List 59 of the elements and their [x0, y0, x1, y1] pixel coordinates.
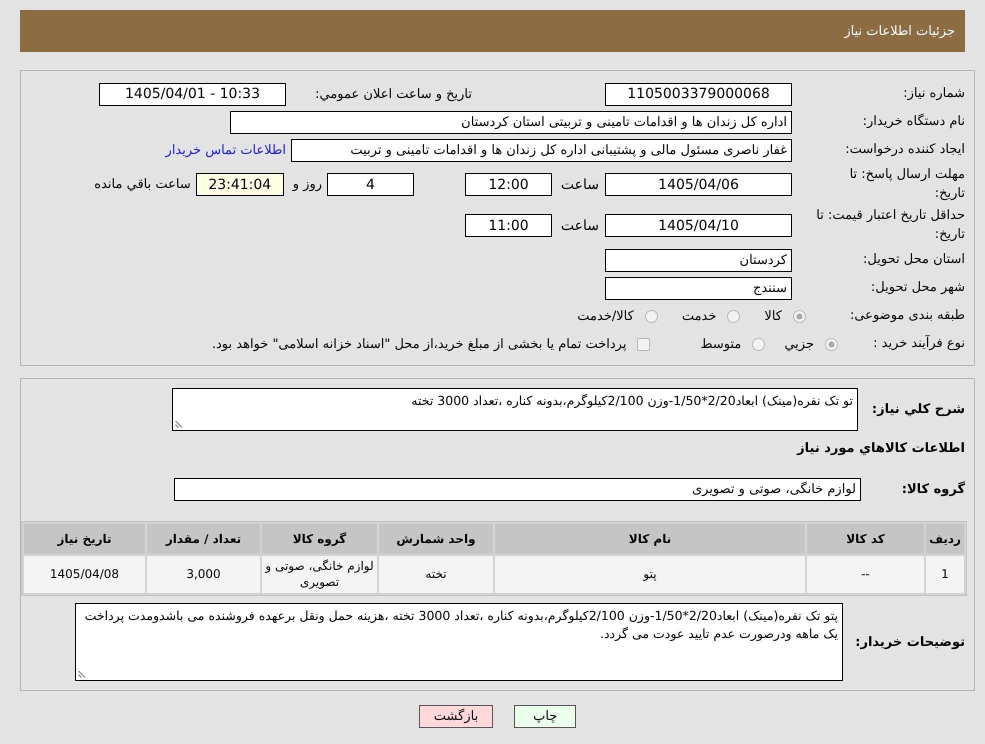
goods-group-field: لوازم خانگی، صوتی و تصویری [174, 478, 861, 501]
requester-field: غفار ناصری مسئول مالی و پشتیبانی اداره کل زندان ها و اقدامات تامینی و تربیت [291, 138, 792, 162]
column-header: گروه کالا [262, 524, 377, 554]
field-label: نوع فرآیند خرید : [872, 334, 965, 353]
field-label: شماره نیاز: [902, 84, 965, 103]
table-cell: 3,000 [147, 556, 260, 593]
column-header: ردیف [926, 524, 964, 554]
announcement-date-field: 1405/04/01 - 10:33 [99, 82, 286, 106]
option-label: متوسط [700, 336, 742, 352]
option-label: کالا [764, 308, 782, 324]
field-label: شرح کلي نياز: [870, 402, 965, 417]
field-label: نام دستگاه خریدار: [862, 112, 965, 131]
resize-grip-icon[interactable] [78, 670, 86, 678]
field-label: ساعت [560, 218, 599, 234]
table-cell: لوازم خانگی، صوتی و تصویری [262, 556, 377, 593]
table-cell: 1405/04/08 [24, 556, 145, 593]
column-header: نام کالا [495, 524, 805, 554]
option-label: کالا/خدمت [577, 308, 634, 324]
column-header: کد کالا [807, 524, 924, 554]
time-field: 12:00 [465, 173, 552, 196]
field-label: ایجاد کننده درخواست: [844, 140, 965, 159]
date-field: 1405/04/06 [605, 173, 792, 196]
remaining-time-field: 23:41:04 [196, 173, 284, 196]
option-label: خدمت [682, 308, 716, 324]
column-header: واحد شمارش [379, 524, 493, 554]
table-cell: تخته [379, 556, 493, 593]
page-title: جزئیات اطلاعات نیاز [844, 24, 955, 38]
field-label: ساعت باقي مانده [94, 177, 191, 192]
buyer-org-field: اداره کل زندان ها و اقدامات تامینی و تربیتی استان کردستان [230, 110, 792, 134]
field-label: حداقل تاريخ اعتبار قيمت: تا تاريخ: [815, 207, 965, 244]
column-header: تاريخ نياز [24, 524, 145, 554]
province-field: کردستان [605, 248, 792, 272]
field-label: مهلت ارسال پاسخ: تا تاريخ: [848, 166, 965, 202]
need-number-field: 1105003379000068 [605, 82, 792, 106]
print-button[interactable]: چاپ [514, 705, 576, 728]
field-label: شهر محل تحویل: [870, 278, 965, 297]
field-label: تاريخ و ساعت اعلان عمومي: [314, 86, 472, 102]
back-button[interactable]: بازگشت [418, 705, 494, 728]
date-field: 1405/04/10 [605, 214, 792, 237]
field-label: توضیحات خریدار: [854, 634, 965, 650]
resize-grip-icon[interactable] [175, 420, 183, 428]
city-field: سنندج [605, 276, 792, 300]
field-label: ساعت [560, 176, 599, 192]
field-label: طبقه بندی موضوعی: [848, 306, 965, 325]
column-header: تعداد / مقدار [147, 524, 260, 554]
field-label: روز و [292, 177, 322, 192]
table-cell: 1 [926, 556, 964, 593]
contact-info-link[interactable]: اطلاعات تماس خریدار [166, 142, 286, 158]
field-label: استان محل تحویل: [862, 250, 965, 269]
table-cell: پتو [495, 556, 805, 593]
days-field: 4 [327, 173, 414, 196]
field-label: گروه کالا: [900, 482, 965, 497]
time-field: 11:00 [465, 214, 552, 237]
table-cell: -- [807, 556, 924, 593]
description-field[interactable]: تو تک نفره(مینک) ابعاد2/20*1/50-وزن 2/100کیلوگرم،بدونه کناره ،تعداد 3000 تخته [172, 388, 858, 431]
buyer-notes-field[interactable]: پتو تک نفره(مینک) ابعاد2/20*1/50-وزن 2/100کیلوگرم،بدونه کناره ،تعداد 3000 تخته ،هزینه حمل ونقل برعهده فروشنده می باشدومدت پرداخت یک ماهه ودرصورت عدم تایید عودت می گردد. [75, 603, 843, 681]
option-label: جزيي [784, 336, 814, 352]
section-heading: اطلاعات كالاهاي مورد نياز [797, 440, 965, 458]
option-label: پرداخت تمام یا بخشی از مبلغ خرید،از محل "اسناد خزانه اسلامی" خواهد بود. [212, 336, 626, 352]
